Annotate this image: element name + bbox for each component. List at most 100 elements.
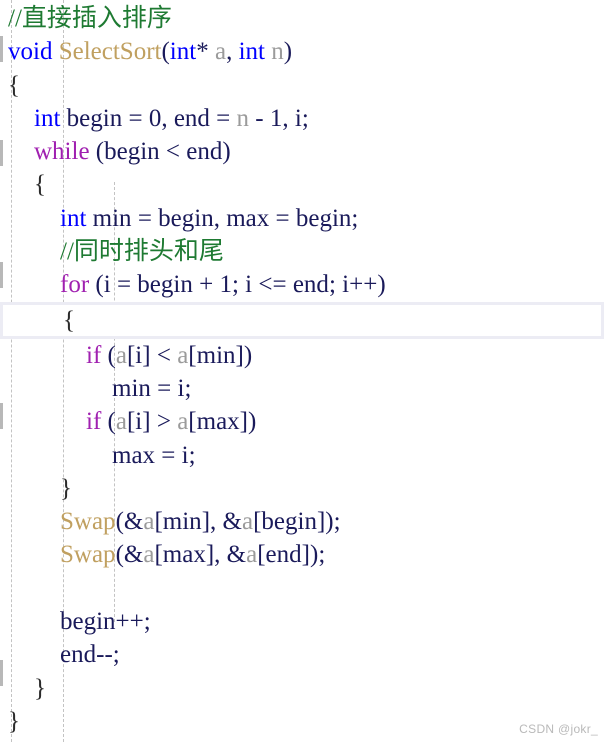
code-line-text: end--; — [0, 638, 120, 671]
code-token: max — [162, 541, 206, 569]
code-token: , — [213, 204, 220, 232]
code-token: end — [60, 641, 97, 669]
code-line[interactable]: while (begin < end) — [0, 135, 604, 168]
code-line[interactable]: //直接插入排序 — [0, 2, 604, 35]
code-line-text: } — [0, 672, 46, 705]
code-line[interactable]: max = i; — [0, 439, 604, 472]
code-token: [ — [257, 541, 266, 569]
code-token: ; — [351, 204, 359, 232]
code-token: end — [265, 541, 302, 569]
code-token: = — [157, 374, 172, 402]
code-token: begin — [295, 204, 352, 232]
code-line[interactable]: } — [0, 672, 604, 705]
code-token: [ — [188, 408, 197, 436]
code-line[interactable]: } — [0, 472, 604, 505]
code-token: ] — [142, 408, 151, 436]
code-editor[interactable]: //直接插入排序 void SelectSort(int* a, int n){i… — [0, 0, 604, 742]
code-token: max — [112, 441, 156, 469]
code-token: Swap — [60, 541, 116, 569]
code-line[interactable] — [0, 572, 604, 605]
code-line[interactable]: for (i = begin + 1; i <= end; i++) — [0, 268, 604, 301]
code-token: = — [275, 204, 290, 232]
code-token: if — [86, 341, 102, 369]
code-line-current[interactable]: { — [0, 301, 604, 339]
code-token: } — [8, 707, 20, 735]
code-line[interactable]: int min = begin, max = begin; — [0, 202, 604, 235]
code-token: < — [156, 341, 171, 369]
code-line-text: void SelectSort(int* a, int n) — [0, 35, 292, 68]
code-line[interactable]: //同时排头和尾 — [0, 235, 604, 268]
code-token: ; — [188, 441, 196, 469]
code-line-text: { — [0, 168, 46, 201]
code-token: a — [177, 408, 189, 436]
code-token: [ — [154, 508, 163, 536]
code-token: end — [186, 138, 223, 166]
code-token: + — [129, 608, 144, 636]
code-line[interactable]: void SelectSort(int* a, int n) — [0, 35, 604, 68]
code-line-text: int min = begin, max = begin; — [0, 202, 358, 235]
code-line[interactable]: Swap(&a[min], &a[begin]); — [0, 505, 604, 538]
code-token: if — [86, 408, 102, 436]
code-token: + — [349, 271, 364, 299]
code-line-text: max = i; — [0, 439, 196, 472]
code-token: end — [292, 271, 329, 299]
code-token: } — [60, 474, 72, 502]
code-line-text: while (begin < end) — [0, 135, 231, 168]
code-token: for — [60, 271, 90, 299]
code-token: , — [214, 541, 221, 569]
code-token: int — [60, 204, 87, 232]
code-line-list[interactable]: //直接插入排序 void SelectSort(int* a, int n){i… — [0, 0, 604, 738]
code-token: max — [226, 204, 270, 232]
code-line[interactable]: { — [0, 168, 604, 201]
code-token: i — [294, 104, 302, 132]
code-token: * — [196, 38, 209, 66]
code-line[interactable]: int begin = 0, end = n - 1, i; — [0, 102, 604, 135]
code-line[interactable]: Swap(&a[max], &a[end]); — [0, 538, 604, 571]
code-token: void — [8, 38, 53, 66]
code-line[interactable]: begin++; — [0, 605, 604, 638]
code-token: a — [143, 508, 155, 536]
code-line[interactable]: end--; — [0, 638, 604, 671]
code-token: begin — [60, 608, 116, 636]
code-token: ( — [107, 408, 116, 436]
code-token: , — [282, 104, 289, 132]
code-token: ; — [301, 104, 309, 132]
code-line[interactable]: } — [0, 705, 604, 738]
code-line[interactable]: min = i; — [0, 372, 604, 405]
code-line-text: if (a[i] > a[max]) — [0, 405, 256, 438]
code-token: = — [128, 104, 143, 132]
code-token: SelectSort — [58, 38, 162, 66]
code-comment: //同时排头和尾 — [60, 238, 224, 266]
code-line-text: min = i; — [0, 372, 191, 405]
code-line-text: { — [3, 305, 75, 336]
code-token: begin — [66, 104, 123, 132]
code-line[interactable]: if (a[i] > a[max]) — [0, 405, 604, 438]
code-line-text: Swap(&a[max], &a[end]); — [0, 538, 325, 571]
code-token: min — [112, 374, 151, 402]
code-token: 0 — [148, 104, 162, 132]
code-token: ] — [239, 408, 248, 436]
code-token: int — [169, 38, 197, 66]
code-token: i — [245, 271, 253, 299]
code-token: ( — [95, 138, 105, 166]
code-token: ( — [161, 38, 170, 66]
code-token: Swap — [60, 508, 116, 536]
code-token: ] — [142, 341, 151, 369]
code-line-text: { — [0, 69, 20, 102]
code-token: ] — [201, 508, 211, 536]
code-token: ) — [243, 341, 253, 369]
code-token: } — [34, 674, 46, 702]
code-token: { — [63, 306, 75, 334]
code-line-text: int begin = 0, end = n - 1, i; — [0, 102, 309, 135]
code-token: + — [199, 271, 214, 299]
code-token: ] — [205, 541, 215, 569]
code-token: ) — [283, 38, 293, 66]
code-token: ; — [328, 271, 336, 299]
code-token: ( — [115, 508, 124, 536]
code-line[interactable]: { — [0, 69, 604, 102]
code-token: ; — [112, 641, 120, 669]
code-line[interactable]: if (a[i] < a[min]) — [0, 339, 604, 372]
code-token: ( — [95, 271, 104, 299]
code-token: - — [104, 641, 113, 669]
code-token: & — [226, 541, 247, 569]
